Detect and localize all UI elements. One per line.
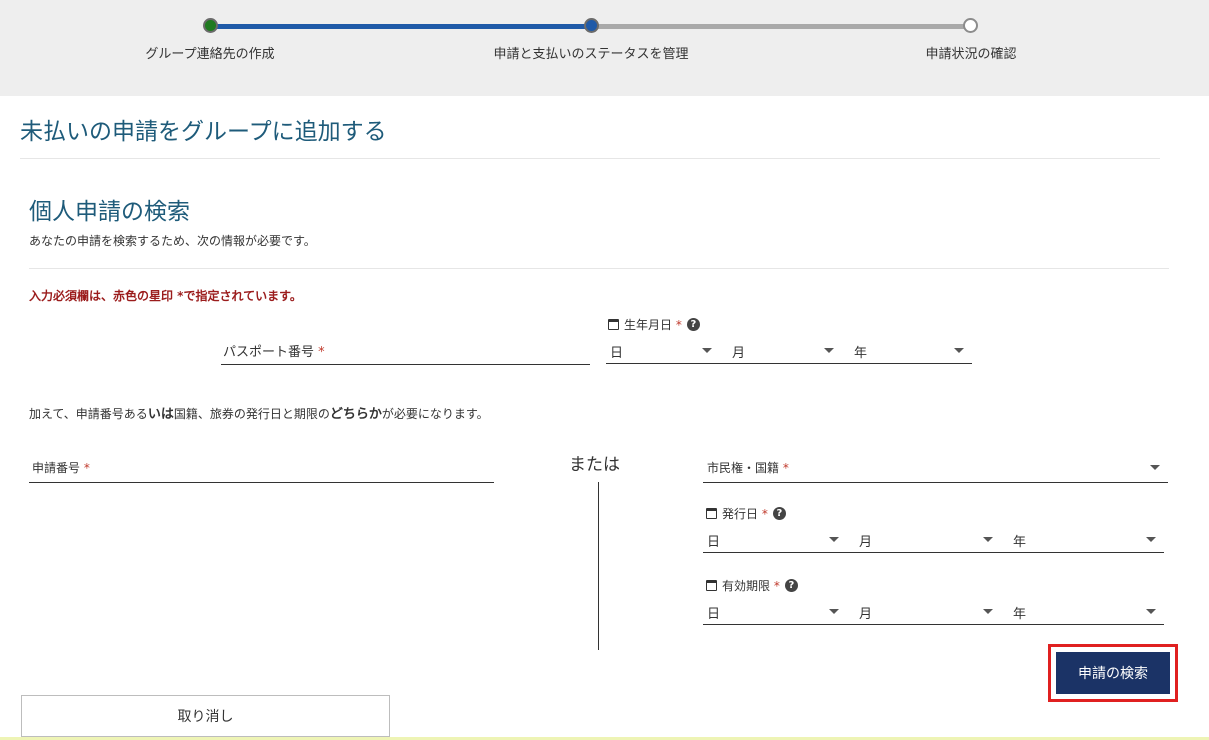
step-1-indicator — [203, 18, 218, 33]
issue-date-day-select[interactable]: 日 — [703, 527, 847, 553]
chevron-down-icon — [954, 348, 964, 353]
chevron-down-icon — [1150, 465, 1160, 470]
application-number-input[interactable]: 申請番号 * — [29, 455, 494, 483]
alternative-requirement-note: 加えて、申請番号あるいは国籍、旅券の発行日と期限のどちらかが必要になります。 — [29, 407, 489, 422]
application-number-label: 申請番号 * — [32, 461, 90, 475]
or-separator-line — [598, 482, 599, 650]
chevron-down-icon — [824, 348, 834, 353]
expiry-date-month-select[interactable]: 月 — [847, 599, 1001, 625]
chevron-down-icon — [829, 537, 839, 542]
step-2-indicator — [584, 18, 599, 33]
chevron-down-icon — [983, 537, 993, 542]
issue-date-label: 発行日 * ? — [706, 505, 786, 522]
passport-number-input[interactable]: パスポート番号 * — [221, 337, 590, 365]
chevron-down-icon — [1146, 609, 1156, 614]
step-3-label: 申請状況の確認 — [925, 47, 1017, 62]
divider — [29, 268, 1169, 269]
dob-day-select[interactable]: 日 — [606, 338, 720, 364]
calendar-icon — [706, 580, 717, 591]
chevron-down-icon — [1146, 537, 1156, 542]
stepper-track-complete — [210, 24, 591, 29]
chevron-down-icon — [702, 348, 712, 353]
step-3-indicator — [963, 18, 978, 33]
cancel-button[interactable]: 取り消し — [21, 695, 390, 737]
expiry-date-day-select[interactable]: 日 — [703, 599, 847, 625]
search-application-button[interactable]: 申請の検索 — [1056, 652, 1170, 694]
help-icon[interactable]: ? — [772, 507, 786, 520]
page-title: 未払いの申請をグループに追加する — [20, 119, 387, 145]
chevron-down-icon — [983, 609, 993, 614]
help-icon[interactable]: ? — [686, 318, 700, 331]
calendar-icon — [706, 508, 717, 519]
or-separator-label: または — [569, 455, 620, 475]
dob-month-select[interactable]: 月 — [720, 338, 842, 364]
stepper-track-pending — [591, 24, 971, 29]
dob-label: 生年月日 * ? — [608, 316, 700, 333]
calendar-icon — [608, 319, 619, 330]
step-2-label: 申請と支払いのステータスを管理 — [493, 47, 689, 62]
dob-year-select[interactable]: 年 — [842, 338, 972, 364]
section-title: 個人申請の検索 — [29, 199, 190, 225]
chevron-down-icon — [829, 609, 839, 614]
help-icon[interactable]: ? — [784, 579, 798, 592]
search-button-highlight: 申請の検索 — [1048, 644, 1178, 702]
section-subtitle: あなたの申請を検索するため、次の情報が必要です。 — [29, 234, 316, 248]
divider — [20, 158, 1160, 159]
progress-stepper: グループ連絡先の作成 申請と支払いのステータスを管理 申請状況の確認 — [0, 0, 1209, 96]
issue-date-year-select[interactable]: 年 — [1001, 527, 1164, 553]
issue-date-month-select[interactable]: 月 — [847, 527, 1001, 553]
passport-number-label: パスポート番号 * — [223, 345, 325, 360]
step-1-label: グループ連絡先の作成 — [145, 47, 275, 62]
expiry-date-year-select[interactable]: 年 — [1001, 599, 1164, 625]
expiry-date-label: 有効期限 * ? — [706, 577, 798, 594]
citizenship-select[interactable]: 市民権・国籍 * — [703, 455, 1168, 483]
required-fields-note: 入力必須欄は、赤色の星印 *で指定されています。 — [29, 289, 302, 303]
